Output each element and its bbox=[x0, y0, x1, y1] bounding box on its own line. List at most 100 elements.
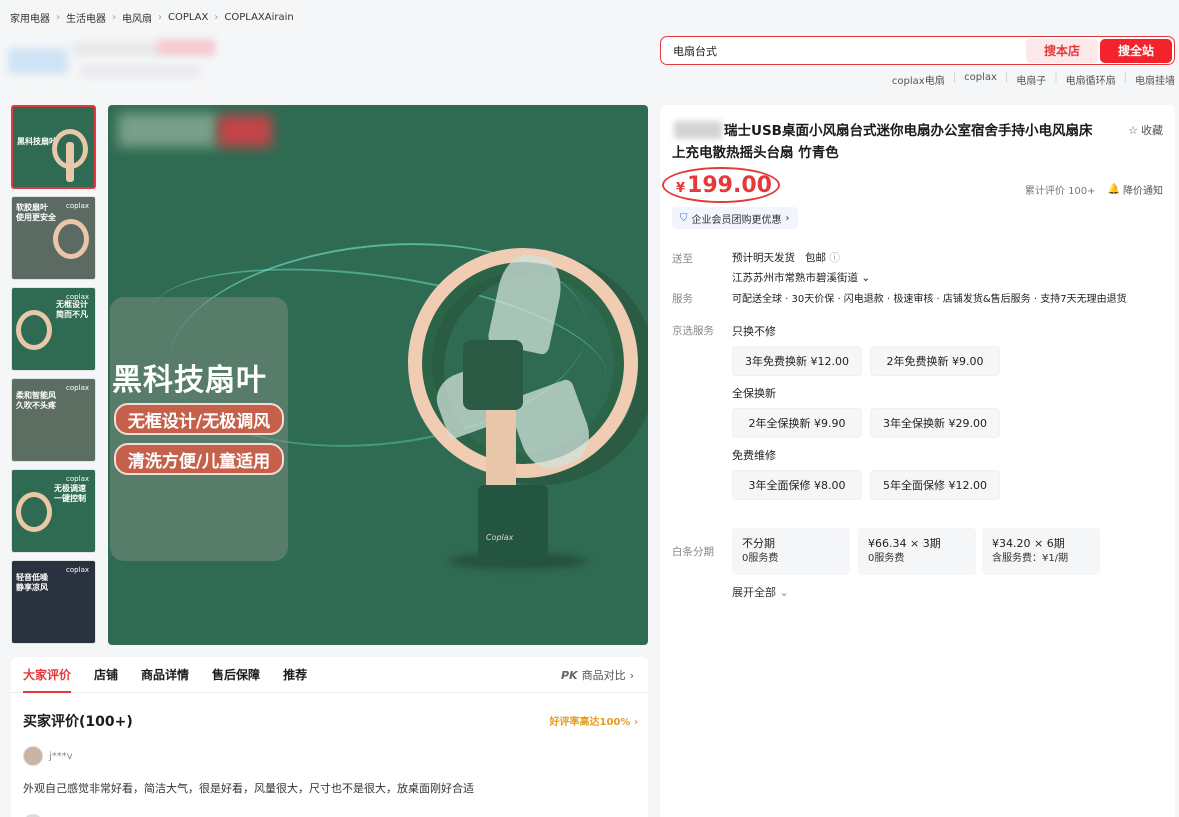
star-icon: ☆ bbox=[1128, 123, 1138, 137]
brand-tag-blurred bbox=[118, 113, 218, 147]
chevron-down-icon: ⌄ bbox=[779, 586, 789, 599]
thumbnail[interactable]: coplax 轻音低噪 静享凉风 bbox=[11, 560, 96, 644]
thumbnail[interactable]: 黑科技扇叶 bbox=[11, 105, 96, 189]
jd-service-label: 京选服务 bbox=[672, 325, 714, 337]
chevron-right-icon: › bbox=[158, 12, 162, 23]
price-value: 199.00 bbox=[687, 173, 772, 198]
favorite-button[interactable]: ☆ 收藏 bbox=[1128, 122, 1163, 138]
tab-reviews[interactable]: 大家评价 bbox=[23, 657, 72, 693]
hot-words: coplax电扇 | coplax | 电扇子 | 电扇循环扇 | 电扇挂墙 bbox=[892, 72, 1175, 87]
thumbnail[interactable]: coplax 无极调速 一键控制 bbox=[11, 469, 96, 553]
thumbnail-label: 无框设计 简而不凡 bbox=[56, 300, 88, 319]
price-notice-button[interactable]: 🔔 降价通知 bbox=[1108, 182, 1163, 197]
breadcrumb: 家用电器 › 生活电器 › 电风扇 › COPLAX › COPLAXAirai… bbox=[10, 10, 294, 25]
search-bar: 搜本店 搜全站 bbox=[660, 36, 1175, 65]
thumbnail[interactable]: coplax 无框设计 简而不凡 bbox=[11, 287, 96, 371]
review-count[interactable]: 累计评价 100+ bbox=[1025, 182, 1096, 197]
service-option[interactable]: 3年免费换新 ¥12.00 bbox=[732, 346, 862, 376]
thumbnail-brand: coplax bbox=[66, 475, 89, 483]
image-headline: 黑科技扇叶 bbox=[112, 363, 267, 398]
breadcrumb-item[interactable]: COPLAXAirain bbox=[224, 12, 293, 23]
fan-icon bbox=[16, 492, 52, 532]
main-product-image[interactable]: 黑科技扇叶 无框设计/无极调风 清洗方便/儿童适用 Coplax bbox=[108, 105, 648, 645]
service-option[interactable]: 2年全保换新 ¥9.90 bbox=[732, 408, 862, 438]
breadcrumb-item[interactable]: COPLAX bbox=[168, 12, 208, 23]
hot-word[interactable]: coplax bbox=[964, 72, 997, 87]
installment-fee: 0服务费 bbox=[742, 553, 779, 564]
chevron-down-icon: ⌄ bbox=[861, 272, 871, 284]
hot-word[interactable]: 电扇子 bbox=[1016, 72, 1046, 87]
thumbnail-label: 无极调速 一键控制 bbox=[54, 484, 86, 503]
divider: | bbox=[952, 72, 957, 83]
breadcrumb-item[interactable]: 家用电器 bbox=[10, 10, 50, 25]
favorite-label: 收藏 bbox=[1141, 124, 1163, 137]
search-input[interactable] bbox=[661, 37, 1026, 64]
fan-hub bbox=[463, 340, 523, 410]
breadcrumb-item[interactable]: 电风扇 bbox=[122, 10, 152, 25]
thumbnail-brand: coplax bbox=[66, 566, 89, 574]
thumbnail-label: 柔和智能风 久吹不头疼 bbox=[16, 391, 56, 410]
product-info-card: 瑞士USB桌面小风扇台式迷你电扇办公室宿舍手持小电风扇床上充电散热摇头台扇 竹青… bbox=[660, 105, 1175, 817]
review-text: 外观自己感觉非常好看，简洁大气，很是好看，风量很大，尺寸也不是很大，放桌面刚好合… bbox=[23, 782, 474, 795]
thumbnail-label: 软胶扇叶 使用更安全 bbox=[16, 203, 56, 222]
fan-stand bbox=[66, 142, 74, 182]
info-icon[interactable]: ⓘ bbox=[829, 252, 840, 264]
installment-fee: 0服务费 bbox=[868, 553, 905, 564]
compare-button[interactable]: PK 商品对比 › bbox=[561, 657, 634, 693]
avatar bbox=[23, 746, 43, 766]
service-label: 服务 bbox=[672, 293, 693, 305]
divider: | bbox=[1054, 72, 1058, 83]
service-group-title: 全保换新 bbox=[732, 387, 776, 400]
store-badge-blur bbox=[158, 40, 214, 54]
service-option[interactable]: 2年免费换新 ¥9.00 bbox=[870, 346, 1000, 376]
service-option[interactable]: 3年全面保修 ¥8.00 bbox=[732, 470, 862, 500]
coupon-text: 企业会员团购更优惠 bbox=[691, 214, 782, 226]
thumbnail[interactable]: coplax 柔和智能风 久吹不头疼 bbox=[11, 378, 96, 462]
currency-symbol: ¥ bbox=[676, 181, 686, 196]
hot-word[interactable]: 电扇循环扇 bbox=[1066, 72, 1116, 87]
chevron-right-icon: › bbox=[112, 12, 116, 23]
coupon-banner[interactable]: ⛉ 企业会员团购更优惠 › bbox=[672, 207, 798, 229]
price-meta: 累计评价 100+ 🔔 降价通知 bbox=[1025, 182, 1163, 197]
review-section: 大家评价 店铺 商品详情 售后保障 推荐 PK 商品对比 › 买家评价(100+… bbox=[11, 657, 648, 817]
thumbnail-label: 轻音低噪 静享凉风 bbox=[16, 573, 48, 592]
pk-badge: PK bbox=[561, 668, 578, 682]
store-meta-blur bbox=[80, 64, 200, 78]
fan-post bbox=[486, 395, 516, 495]
tab-recommend[interactable]: 推荐 bbox=[283, 657, 307, 693]
delivery-eta: 预计明天发货 bbox=[732, 252, 795, 264]
service-option[interactable]: 5年全面保修 ¥12.00 bbox=[870, 470, 1000, 500]
installment-label: 白条分期 bbox=[672, 546, 714, 558]
expand-all-button[interactable]: 展开全部 ⌄ bbox=[732, 584, 789, 600]
good-rate-link[interactable]: 好评率高达100% › bbox=[549, 713, 638, 728]
installment-option[interactable]: 不分期 0服务费 bbox=[732, 528, 850, 575]
delivery-eta-row: 预计明天发货 包邮 ⓘ bbox=[732, 250, 840, 265]
fan-logo: Coplax bbox=[486, 533, 514, 542]
hot-word[interactable]: coplax电扇 bbox=[892, 72, 945, 87]
thumbnail-brand: coplax bbox=[66, 384, 89, 392]
tab-after-sales[interactable]: 售后保障 bbox=[212, 657, 260, 693]
store-info-blurred[interactable] bbox=[8, 38, 218, 82]
tab-details[interactable]: 商品详情 bbox=[141, 657, 189, 693]
service-option[interactable]: 3年全保换新 ¥29.00 bbox=[870, 408, 1000, 438]
thumbnail[interactable]: coplax 软胶扇叶 使用更安全 bbox=[11, 196, 96, 280]
installment-title: ¥34.20 × 6期 bbox=[992, 537, 1065, 550]
delivery-label: 送至 bbox=[672, 253, 693, 265]
search-all-button[interactable]: 搜全站 bbox=[1100, 38, 1172, 63]
hot-word[interactable]: 电扇挂墙 bbox=[1135, 72, 1175, 87]
search-store-button[interactable]: 搜本店 bbox=[1026, 38, 1098, 63]
breadcrumb-item[interactable]: 生活电器 bbox=[66, 10, 106, 25]
price-notice-label: 降价通知 bbox=[1123, 186, 1163, 197]
installment-fee: 含服务费：¥1/期 bbox=[992, 553, 1069, 564]
delivery-address[interactable]: 江苏苏州市常熟市碧溪街道 ⌄ bbox=[732, 270, 870, 285]
tab-store[interactable]: 店铺 bbox=[94, 657, 118, 693]
installment-title: 不分期 bbox=[742, 537, 775, 550]
service-text: 可配送全球 · 30天价保 · 闪电退款 · 极速审核 · 店铺发货&售后服务 … bbox=[732, 294, 1127, 305]
installment-option[interactable]: ¥34.20 × 6期 含服务费：¥1/期 bbox=[982, 528, 1100, 575]
brand-badge-blurred bbox=[218, 115, 272, 147]
enterprise-icon: ⛉ bbox=[680, 212, 688, 224]
store-logo bbox=[8, 48, 68, 74]
installment-option[interactable]: ¥66.34 × 3期 0服务费 bbox=[858, 528, 976, 575]
fan-base bbox=[478, 485, 548, 565]
price: ¥199.00 bbox=[676, 173, 772, 198]
